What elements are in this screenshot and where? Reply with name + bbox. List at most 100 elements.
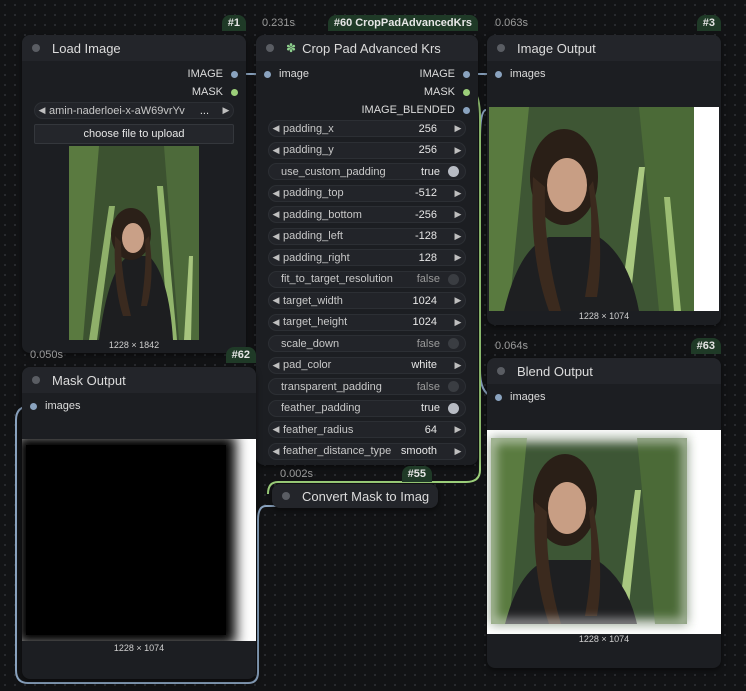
port-dot-icon[interactable] [495, 70, 502, 78]
toggle-icon[interactable] [448, 166, 459, 177]
increment-arrow-icon[interactable]: ▶ [451, 123, 465, 134]
widget-target-height[interactable]: ◀ target_height 1024 ▶ [268, 313, 466, 331]
widget-feather-radius[interactable]: ◀ feather_radius 64 ▶ [268, 421, 466, 438]
crop-pad-node[interactable]: 0.231s #60 CropPadAdvancedKrs ✽ Crop Pad… [256, 15, 478, 465]
node-timing: 0.050s [30, 349, 64, 361]
increment-arrow-icon[interactable]: ▶ [451, 424, 465, 435]
node-title-bar[interactable]: Convert Mask to Imag [272, 484, 438, 508]
decrement-arrow-icon[interactable]: ◀ [269, 360, 283, 371]
widget-padding-x[interactable]: ◀ padding_x 256 ▶ [268, 120, 466, 137]
mask-output-node[interactable]: 0.050s #62 Mask Output images 1228 × 107… [22, 347, 256, 679]
node-title-bar[interactable]: Image Output [487, 35, 721, 61]
increment-arrow-icon[interactable]: ▶ [451, 317, 465, 328]
node-title-bar[interactable]: Mask Output [22, 367, 256, 393]
port-dot-icon[interactable] [231, 88, 238, 96]
widget-transparent-padding[interactable]: transparent_padding false [268, 378, 466, 395]
increment-arrow-icon[interactable]: ▶ [451, 231, 465, 242]
port-dot-icon[interactable] [463, 88, 470, 96]
port-dot-icon[interactable] [463, 70, 470, 78]
output-port-image-blended[interactable]: IMAGE_BLENDED [361, 104, 470, 116]
port-dot-icon[interactable] [495, 393, 502, 401]
decrement-arrow-icon[interactable]: ◀ [269, 446, 283, 457]
widget-feather-distance-type[interactable]: ◀ feather_distance_type smooth ▶ [268, 442, 466, 460]
collapse-dot-icon[interactable] [32, 376, 40, 384]
widget-label: target_height [283, 316, 348, 328]
input-port-images[interactable]: images [495, 68, 545, 80]
widget-feather-padding[interactable]: feather_padding true [268, 399, 466, 417]
port-dot-icon[interactable] [231, 70, 238, 78]
collapse-dot-icon[interactable] [32, 44, 40, 52]
widget-pad-color[interactable]: ◀ pad_color white ▶ [268, 356, 466, 374]
toggle-icon[interactable] [448, 402, 459, 414]
collapse-dot-icon[interactable] [266, 44, 274, 52]
collapse-dot-icon[interactable] [497, 44, 505, 52]
decrement-arrow-icon[interactable]: ◀ [269, 231, 283, 242]
output-port-mask[interactable]: MASK [424, 86, 470, 98]
node-title-bar[interactable]: Blend Output [487, 358, 721, 384]
input-port-images[interactable]: images [30, 400, 80, 412]
widget-scale-down[interactable]: scale_down false [268, 335, 466, 352]
increment-arrow-icon[interactable]: ▶ [451, 446, 465, 457]
widget-use-custom-padding[interactable]: use_custom_padding true [268, 163, 466, 180]
port-label: MASK [191, 86, 223, 98]
decrement-arrow-icon[interactable]: ◀ [269, 317, 283, 328]
output-port-image[interactable]: IMAGE [188, 68, 238, 80]
node-title-bar[interactable]: ✽ Crop Pad Advanced Krs [256, 35, 478, 61]
decrement-arrow-icon[interactable]: ◀ [269, 252, 283, 263]
blend-preview [487, 430, 721, 634]
widget-fit-to-target-resolution[interactable]: fit_to_target_resolution false [268, 270, 466, 288]
increment-arrow-icon[interactable]: ▶ [451, 188, 465, 199]
node-title-bar[interactable]: Load Image [22, 35, 246, 61]
widget-padding-right[interactable]: ◀ padding_right 128 ▶ [268, 249, 466, 266]
node-title: Convert Mask to Imag [302, 488, 430, 504]
decrement-arrow-icon[interactable]: ◀ [269, 209, 283, 220]
toggle-icon[interactable] [448, 338, 459, 349]
prev-arrow-icon[interactable]: ◀ [35, 105, 49, 116]
port-label: images [45, 400, 81, 412]
port-dot-icon[interactable] [30, 402, 37, 410]
input-port-images[interactable]: images [495, 391, 545, 403]
output-port-mask[interactable]: MASK [192, 86, 238, 98]
widget-value: -256 [414, 208, 437, 221]
widget-padding-top[interactable]: ◀ padding_top -512 ▶ [268, 184, 466, 202]
increment-arrow-icon[interactable]: ▶ [451, 209, 465, 220]
node-id-badge: #1 [221, 15, 246, 31]
blend-output-node[interactable]: 0.064s #63 Blend Output images 1228 × 10… [487, 338, 721, 668]
port-label: MASK [423, 86, 455, 98]
widget-padding-bottom[interactable]: ◀ padding_bottom -256 ▶ [268, 206, 466, 223]
port-label: images [510, 68, 546, 80]
image-file-combo[interactable]: ◀ amin-naderloei-x-aW69vrYv ... ▶ [34, 102, 234, 119]
toggle-icon[interactable] [448, 273, 459, 285]
port-label: IMAGE [187, 68, 223, 80]
input-port-image[interactable]: image [264, 68, 309, 80]
increment-arrow-icon[interactable]: ▶ [451, 360, 465, 371]
decrement-arrow-icon[interactable]: ◀ [269, 188, 283, 199]
collapse-dot-icon[interactable] [282, 492, 290, 500]
increment-arrow-icon[interactable]: ▶ [451, 295, 465, 306]
toggle-icon[interactable] [448, 381, 459, 392]
widget-value: 1024 [412, 294, 437, 307]
convert-mask-node[interactable]: 0.002s #55 Convert Mask to Imag [272, 466, 438, 508]
widget-padding-left[interactable]: ◀ padding_left -128 ▶ [268, 227, 466, 245]
next-arrow-icon[interactable]: ▶ [219, 105, 233, 116]
collapse-dot-icon[interactable] [497, 367, 505, 375]
increment-arrow-icon[interactable]: ▶ [451, 145, 465, 156]
widget-value: true [421, 402, 440, 414]
widget-target-width[interactable]: ◀ target_width 1024 ▶ [268, 292, 466, 309]
port-dot-icon[interactable] [264, 70, 271, 78]
widget-value: 256 [418, 144, 437, 156]
upload-button[interactable]: choose file to upload [34, 124, 234, 144]
widget-value: 1024 [412, 316, 437, 328]
decrement-arrow-icon[interactable]: ◀ [269, 424, 283, 435]
node-title: Image Output [517, 40, 596, 56]
decrement-arrow-icon[interactable]: ◀ [269, 295, 283, 306]
load-image-node[interactable]: #1 Load Image IMAGE MASK ◀ amin-naderloe… [22, 15, 246, 353]
port-dot-icon[interactable] [463, 106, 470, 114]
image-output-node[interactable]: 0.063s #3 Image Output images 1228 × 107… [487, 15, 721, 325]
decrement-arrow-icon[interactable]: ◀ [269, 145, 283, 156]
output-port-image[interactable]: IMAGE [420, 68, 470, 80]
widget-value: white [411, 359, 437, 371]
widget-padding-y[interactable]: ◀ padding_y 256 ▶ [268, 141, 466, 159]
decrement-arrow-icon[interactable]: ◀ [269, 123, 283, 134]
increment-arrow-icon[interactable]: ▶ [451, 252, 465, 263]
